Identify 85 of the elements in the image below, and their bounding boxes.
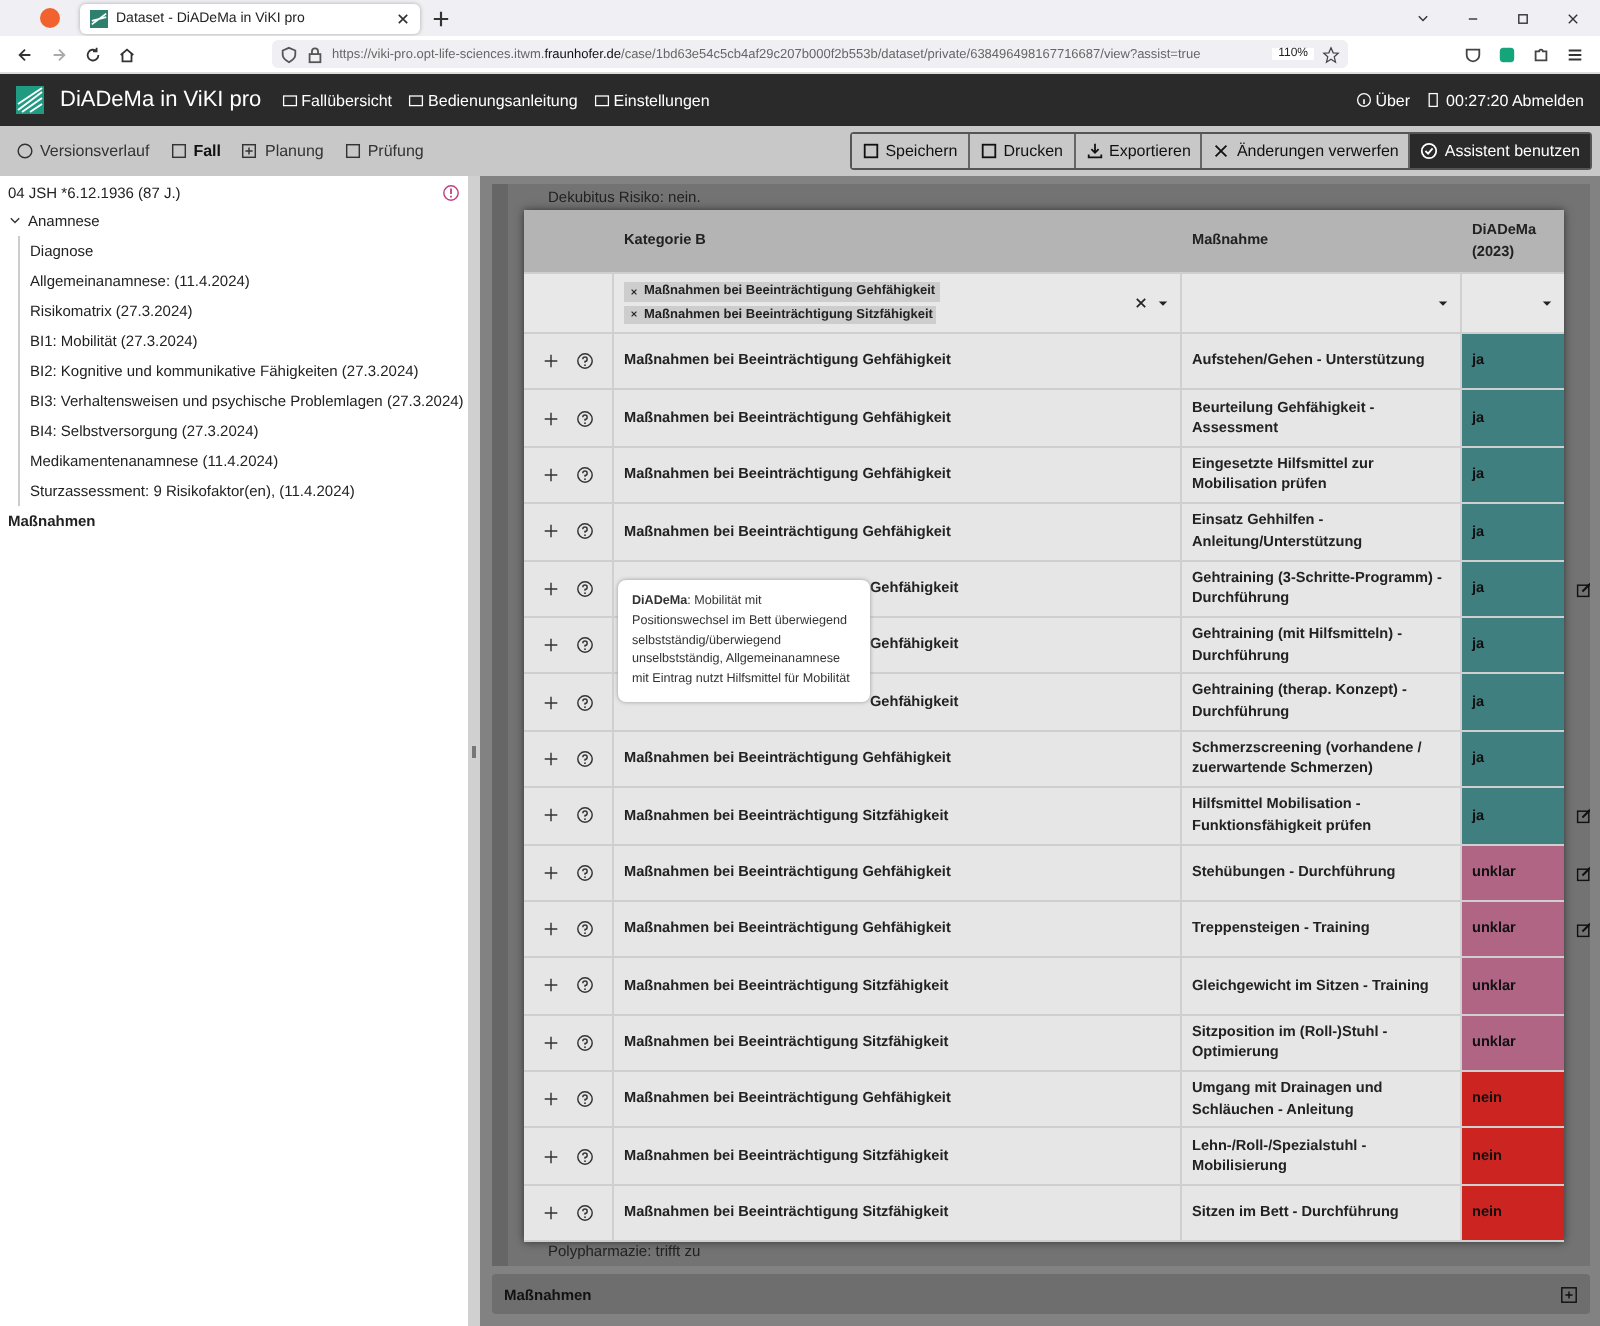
toolbar-tab[interactable]: Versionsverlauf (12, 142, 154, 160)
alert-icon (442, 184, 460, 202)
close-icon (1212, 142, 1231, 160)
new-tab-icon[interactable] (432, 9, 450, 27)
document-icon (169, 142, 188, 160)
tab-favicon-icon (90, 9, 108, 27)
plus-icon[interactable] (542, 920, 560, 939)
remove-icon[interactable] (628, 308, 640, 321)
toolbar-tab[interactable]: Planung (236, 142, 328, 160)
plus-icon[interactable] (542, 409, 560, 428)
splitter-handle[interactable] (472, 745, 476, 757)
plus-icon[interactable] (542, 579, 560, 598)
info-icon (1355, 92, 1372, 108)
toolbar-button[interactable]: Speichern (851, 134, 970, 168)
help-icon[interactable] (576, 1204, 594, 1223)
plus-icon[interactable] (542, 636, 560, 655)
plus-icon[interactable] (542, 693, 560, 712)
lock-icon (306, 45, 324, 63)
help-icon[interactable] (576, 693, 594, 712)
edit-icon[interactable] (1576, 921, 1590, 938)
extension-icon[interactable] (1498, 45, 1516, 63)
help-icon[interactable] (576, 1090, 594, 1109)
reload-icon[interactable] (84, 45, 102, 63)
plus-icon[interactable] (542, 522, 560, 541)
plus-icon[interactable] (542, 1090, 560, 1109)
app-title: DiADeMa in ViKI pro (60, 88, 262, 112)
plus-icon[interactable] (542, 806, 560, 825)
plus-box-icon (240, 142, 259, 160)
edit-icon[interactable] (1576, 581, 1590, 598)
browser-logo-icon[interactable] (40, 8, 60, 28)
plus-icon[interactable] (542, 1033, 560, 1052)
nav-icon (408, 92, 425, 108)
remove-icon[interactable] (628, 285, 640, 298)
menu-icon[interactable] (1566, 45, 1584, 63)
dropdown-arrow-icon (1540, 296, 1554, 310)
help-icon[interactable] (576, 749, 594, 768)
help-icon[interactable] (576, 465, 594, 484)
logout-link[interactable]: 00:27:20 Abmelden (1426, 91, 1584, 109)
close-icon[interactable] (1566, 11, 1580, 25)
home-icon[interactable] (118, 45, 136, 63)
nav-icon (593, 92, 610, 108)
help-icon[interactable] (576, 920, 594, 939)
maximize-icon[interactable] (1516, 11, 1530, 25)
clear-icon[interactable] (1134, 296, 1148, 310)
about-link[interactable]: Über (1355, 91, 1411, 109)
check-circle-icon (1420, 142, 1439, 160)
nav-link[interactable]: Bedienungsanleitung (408, 91, 578, 109)
plus-icon[interactable] (542, 749, 560, 768)
nav-icon (281, 92, 298, 108)
help-icon[interactable] (576, 976, 594, 995)
chevron-icon[interactable] (8, 214, 22, 228)
help-icon[interactable] (576, 522, 594, 541)
nav-link[interactable]: Einstellungen (593, 91, 710, 109)
document-icon (343, 142, 362, 160)
help-icon[interactable] (576, 636, 594, 655)
toolbar-tab[interactable]: Fall (165, 142, 225, 160)
back-icon[interactable] (16, 45, 34, 63)
logo-icon (16, 86, 44, 114)
help-icon[interactable] (576, 863, 594, 882)
close-tab-icon[interactable] (396, 11, 410, 25)
expand-icon[interactable] (1560, 1285, 1578, 1303)
edit-icon[interactable] (1576, 865, 1590, 882)
help-icon[interactable] (576, 806, 594, 825)
star-icon[interactable] (1322, 45, 1340, 63)
edit-icon[interactable] (1576, 808, 1590, 825)
clock-icon (16, 142, 34, 160)
nav-link[interactable]: Fallübersicht (281, 91, 393, 109)
chevron-down-icon[interactable] (1416, 11, 1430, 25)
dropdown-arrow-icon (1436, 296, 1450, 310)
help-icon[interactable] (576, 1033, 594, 1052)
plus-icon[interactable] (542, 976, 560, 995)
plus-icon[interactable] (542, 352, 560, 371)
help-icon[interactable] (576, 1147, 594, 1166)
help-icon[interactable] (576, 352, 594, 371)
plus-icon[interactable] (542, 863, 560, 882)
toolbar-button[interactable]: Assistent benutzen (1410, 134, 1590, 168)
toolbar-tab[interactable]: Prüfung (339, 142, 428, 160)
plus-icon[interactable] (542, 465, 560, 484)
download-icon (1085, 142, 1104, 160)
help-icon[interactable] (576, 579, 594, 598)
plus-icon[interactable] (542, 1204, 560, 1223)
plus-icon[interactable] (542, 1147, 560, 1166)
shield-icon (280, 45, 298, 63)
help-icon[interactable] (576, 409, 594, 428)
dropdown-arrow-icon[interactable] (1156, 296, 1170, 310)
